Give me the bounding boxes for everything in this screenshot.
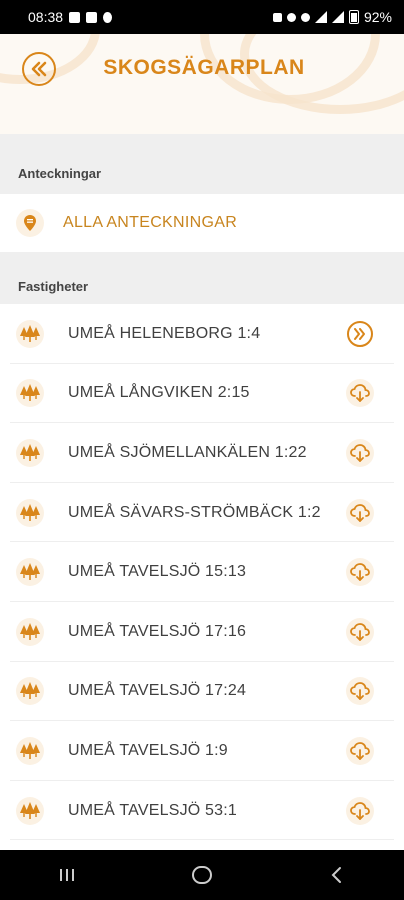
download-property-button[interactable] bbox=[346, 796, 374, 825]
download-property-button[interactable] bbox=[346, 677, 374, 706]
alarm-icon bbox=[286, 12, 296, 22]
location-icon bbox=[300, 12, 310, 22]
property-label: UMEÅ TAVELSJÖ 17:24 bbox=[68, 682, 247, 700]
download-property-button[interactable] bbox=[346, 617, 374, 646]
note-pin-icon bbox=[16, 209, 44, 237]
system-nav-bar bbox=[0, 850, 404, 900]
recent-apps-icon bbox=[60, 869, 75, 881]
cloud-download-icon bbox=[346, 558, 374, 587]
forest-trees-icon bbox=[16, 736, 44, 765]
property-list-item[interactable]: UMEÅ SJÖMELLANKÄLEN 1:22 bbox=[0, 423, 404, 483]
gallery-notification-icon bbox=[69, 11, 81, 23]
property-label: UMEÅ LÅNGVIKEN 2:15 bbox=[68, 384, 250, 402]
sim-icon bbox=[272, 12, 282, 22]
property-list-item[interactable]: UMEÅ SÄVARS-STRÖMBÄCK 1:2 bbox=[0, 482, 404, 543]
property-label: UMEÅ TAVELSJÖ 1:9 bbox=[68, 741, 228, 759]
forest-trees-icon bbox=[16, 438, 44, 467]
forest-trees-icon bbox=[16, 498, 44, 527]
property-label: UMEÅ SÄVARS-STRÖMBÄCK 1:2 bbox=[68, 503, 321, 521]
property-list-item[interactable]: UMEÅ LÅNGVIKEN 2:15 bbox=[0, 363, 404, 424]
forest-trees-icon bbox=[16, 558, 44, 587]
status-bar-left: 08:38 bbox=[28, 9, 113, 25]
property-label: UMEÅ SJÖMELLANKÄLEN 1:22 bbox=[68, 443, 307, 461]
property-list-item[interactable]: UMEÅ TAVELSJÖ 53:1 bbox=[0, 780, 404, 841]
open-property-button[interactable] bbox=[346, 320, 374, 348]
page-title: SKOGSÄGARPLAN bbox=[103, 56, 305, 79]
back-nav-button[interactable] bbox=[307, 855, 367, 895]
status-bar: 08:38 92% bbox=[0, 0, 404, 34]
app-notification-icon bbox=[86, 11, 98, 23]
properties-section-header: Fastigheter bbox=[0, 252, 404, 304]
battery-percent: 92% bbox=[363, 9, 392, 25]
property-label: UMEÅ TAVELSJÖ 53:1 bbox=[68, 801, 237, 819]
cloud-download-icon bbox=[346, 677, 374, 706]
download-property-button[interactable] bbox=[346, 736, 374, 765]
download-property-button[interactable] bbox=[346, 438, 374, 467]
status-bar-right: 92% bbox=[272, 9, 392, 25]
chevron-left-icon bbox=[331, 867, 341, 883]
cloud-download-icon bbox=[346, 498, 374, 527]
property-label: UMEÅ TAVELSJÖ 15:13 bbox=[68, 563, 247, 581]
home-button[interactable] bbox=[172, 855, 232, 895]
download-property-button[interactable] bbox=[346, 558, 374, 587]
signal-icon bbox=[331, 11, 344, 23]
forest-trees-icon bbox=[16, 796, 44, 825]
wifi-icon bbox=[314, 11, 327, 23]
property-list-item[interactable]: UMEÅ TAVELSJÖ 17:16 bbox=[0, 601, 404, 662]
home-circle-icon bbox=[191, 866, 212, 884]
forest-trees-icon bbox=[16, 617, 44, 646]
status-time: 08:38 bbox=[28, 9, 64, 25]
property-list-item[interactable]: UMEÅ HELENEBORG 1:4 bbox=[0, 304, 404, 364]
cloud-download-icon bbox=[346, 438, 374, 467]
all-notes-label: ALLA ANTECKNINGAR bbox=[63, 214, 238, 231]
download-property-button[interactable] bbox=[346, 498, 374, 527]
battery-icon bbox=[348, 10, 359, 24]
property-label: UMEÅ TAVELSJÖ 17:16 bbox=[68, 622, 247, 640]
download-property-button[interactable] bbox=[346, 379, 374, 408]
forest-trees-icon bbox=[16, 319, 44, 348]
forest-trees-icon bbox=[16, 677, 44, 706]
property-list: UMEÅ HELENEBORG 1:4 UMEÅ LÅNGVIKEN 2:15 UM… bbox=[0, 304, 404, 841]
forest-trees-icon bbox=[16, 379, 44, 408]
recent-apps-button[interactable] bbox=[37, 855, 97, 895]
cloud-download-icon bbox=[346, 736, 374, 765]
cloud-download-icon bbox=[346, 379, 374, 408]
property-list-item[interactable]: UMEÅ TAVELSJÖ 17:24 bbox=[0, 661, 404, 722]
notes-section-header: Anteckningar bbox=[0, 134, 404, 194]
cloud-download-icon bbox=[346, 796, 374, 825]
property-list-item[interactable]: UMEÅ TAVELSJÖ 1:9 bbox=[0, 721, 404, 781]
person-notification-icon bbox=[103, 11, 113, 23]
cloud-download-icon bbox=[346, 617, 374, 646]
app-header: SKOGSÄGARPLAN bbox=[0, 34, 404, 134]
property-label: UMEÅ HELENEBORG 1:4 bbox=[68, 324, 261, 342]
property-list-item[interactable]: UMEÅ TAVELSJÖ 15:13 bbox=[0, 542, 404, 602]
double-chevron-right-icon bbox=[347, 320, 373, 347]
all-notes-item[interactable]: ALLA ANTECKNINGAR bbox=[0, 194, 404, 252]
